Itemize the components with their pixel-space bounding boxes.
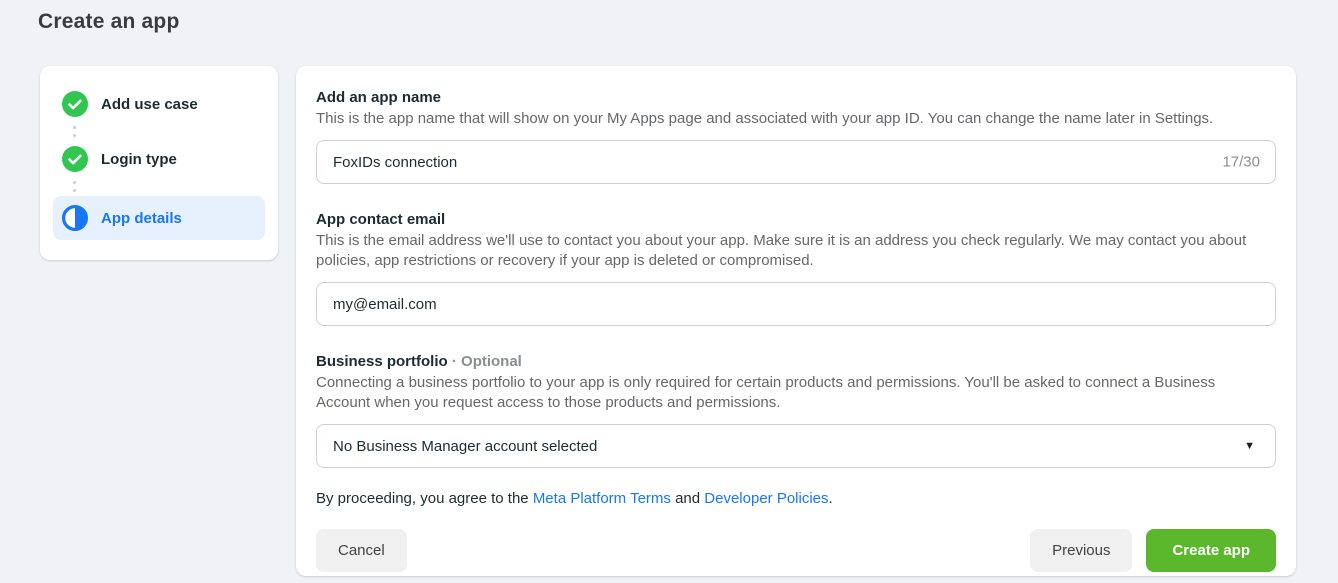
- optional-label: · Optional: [452, 353, 522, 370]
- app-name-input[interactable]: [316, 140, 1276, 184]
- business-portfolio-heading-text: Business portfolio: [316, 353, 448, 370]
- check-circle-icon: [62, 146, 88, 172]
- page-title: Create an app: [38, 10, 179, 34]
- business-portfolio-section: Business portfolio · Optional Connecting…: [316, 352, 1276, 468]
- business-portfolio-description: Connecting a business portfolio to your …: [316, 373, 1256, 413]
- step-connector-dots: [73, 181, 265, 192]
- cancel-button[interactable]: Cancel: [316, 529, 407, 572]
- app-details-form: Add an app name This is the app name tha…: [296, 66, 1296, 576]
- step-connector-dots: [73, 126, 265, 137]
- step-login-type[interactable]: Login type: [53, 141, 265, 177]
- half-circle-progress-icon: [62, 205, 88, 231]
- form-footer: Cancel Previous Create app: [316, 529, 1276, 572]
- chevron-down-icon: ▼: [1244, 440, 1255, 452]
- step-add-use-case[interactable]: Add use case: [53, 86, 265, 122]
- step-label: App details: [101, 210, 182, 227]
- step-app-details[interactable]: App details: [53, 196, 265, 240]
- select-value: No Business Manager account selected: [333, 438, 597, 455]
- legal-text: By proceeding, you agree to the Meta Pla…: [316, 490, 1276, 507]
- stepper-sidebar: Add use case Login type App details: [40, 66, 278, 260]
- contact-email-input[interactable]: [316, 282, 1276, 326]
- business-portfolio-heading: Business portfolio · Optional: [316, 352, 1276, 371]
- business-portfolio-select[interactable]: No Business Manager account selected ▼: [316, 424, 1276, 468]
- meta-platform-terms-link[interactable]: Meta Platform Terms: [533, 490, 671, 507]
- previous-button[interactable]: Previous: [1030, 529, 1132, 572]
- app-name-section: Add an app name This is the app name tha…: [316, 88, 1276, 184]
- contact-email-heading: App contact email: [316, 210, 1276, 229]
- contact-email-description: This is the email address we'll use to c…: [316, 231, 1256, 271]
- create-app-button[interactable]: Create app: [1146, 529, 1276, 572]
- step-label: Login type: [101, 151, 177, 168]
- contact-email-section: App contact email This is the email addr…: [316, 210, 1276, 326]
- app-name-description: This is the app name that will show on y…: [316, 109, 1256, 129]
- app-name-heading: Add an app name: [316, 88, 1276, 107]
- check-circle-icon: [62, 91, 88, 117]
- step-label: Add use case: [101, 96, 198, 113]
- developer-policies-link[interactable]: Developer Policies: [704, 490, 828, 507]
